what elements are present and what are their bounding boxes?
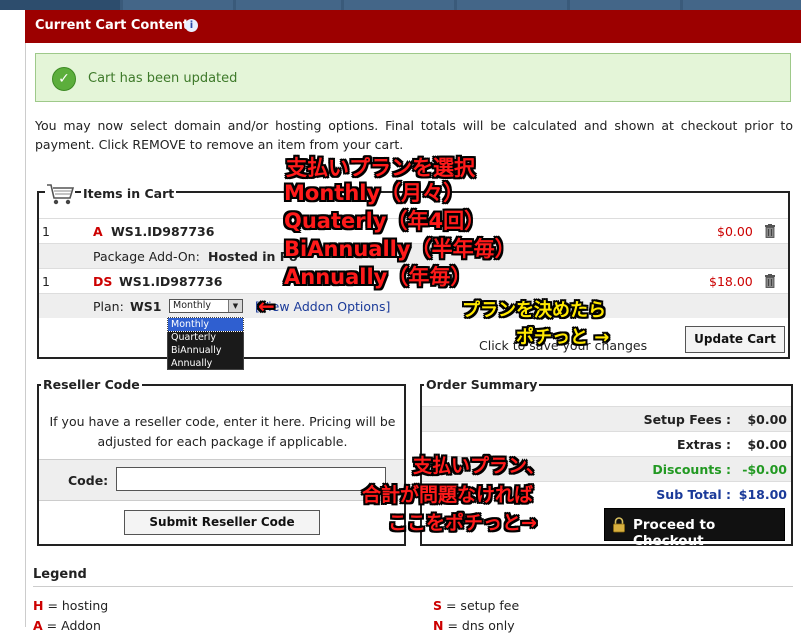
cart-type: A <box>93 224 103 239</box>
cart-qty: 1 <box>42 224 50 239</box>
trash-icon[interactable] <box>764 224 776 238</box>
annotation-checkout-line1: 支払いプラン、 <box>413 455 545 477</box>
check-icon: ✓ <box>52 67 76 91</box>
annotation-plan-annually: Annually（年毎） <box>284 265 472 289</box>
cart-qty: 1 <box>42 274 50 289</box>
chevron-down-icon[interactable]: ▼ <box>228 300 242 312</box>
intro-text: You may now select domain and/or hosting… <box>35 118 793 152</box>
info-icon[interactable]: i <box>185 19 198 32</box>
annotation-decide-line1: プランを決めたら <box>462 300 606 321</box>
order-summary-title: Order Summary <box>424 377 540 392</box>
plan-dropdown-list[interactable]: Monthly Quarterly BiAnnually Annually <box>167 317 244 370</box>
content-border <box>25 43 26 627</box>
reseller-code-row: Code: <box>39 459 404 501</box>
plan-option[interactable]: BiAnnually <box>168 344 243 357</box>
legend-title: Legend <box>33 567 87 582</box>
trash-icon[interactable] <box>764 274 776 288</box>
addon-label: Package Add-On: <box>93 249 200 264</box>
proceed-to-checkout-button[interactable]: Proceed to Checkout <box>604 508 785 549</box>
legend-item: S = setup fee <box>433 598 520 613</box>
plan-option[interactable]: Monthly <box>167 317 244 332</box>
cart-row-plan: Plan: WS1 Monthly ▼ [View Addon Options] <box>39 293 788 318</box>
plan-label: Plan: <box>93 299 124 314</box>
plan-select[interactable]: Monthly ▼ <box>169 299 243 313</box>
reseller-description: If you have a reseller code, enter it he… <box>49 414 396 449</box>
legend-item: N = dns only <box>433 618 515 633</box>
annotation-checkout-line3: ここをポチっと→ <box>388 512 537 534</box>
annotation-arrow-left: ← <box>258 294 275 318</box>
annotation-plan-monthly: Monthly（月々） <box>284 181 465 205</box>
success-alert: ✓ Cart has been updated <box>35 53 791 102</box>
annotation-checkout-line2: 合計が問題なければ <box>362 484 534 506</box>
legend-item: H = hosting <box>33 598 109 613</box>
shopping-cart-icon <box>45 181 75 207</box>
checkout-label: Proceed to Checkout <box>633 517 716 549</box>
annotation-decide-line2: ポチっと → <box>516 327 610 348</box>
view-addon-options-link[interactable]: [View Addon Options] <box>255 299 390 314</box>
submit-reseller-code-button[interactable]: Submit Reseller Code <box>124 510 320 535</box>
annotation-plan-biannually: BiAnnually（半年毎） <box>284 237 516 261</box>
code-label: Code: <box>68 473 109 488</box>
update-cart-button[interactable]: Update Cart <box>685 326 785 353</box>
cart-item-name: WS1.ID987736 <box>111 224 215 239</box>
alert-message: Cart has been updated <box>88 71 238 86</box>
reseller-title: Reseller Code <box>41 377 142 392</box>
cart-item-name: WS1.ID987736 <box>119 274 223 289</box>
reseller-code-panel: Reseller Code If you have a reseller cod… <box>37 377 406 546</box>
plan-option[interactable]: Quarterly <box>168 331 243 344</box>
plan-value: WS1 <box>130 299 162 314</box>
top-tab-strip <box>0 0 801 10</box>
cart-price: $0.00 <box>717 224 753 239</box>
lock-icon <box>613 517 625 533</box>
cart-type: DS <box>93 274 113 289</box>
legend-item: A = Addon <box>33 618 101 633</box>
reseller-code-input[interactable] <box>116 467 386 491</box>
section-header: Current Cart Contents i <box>25 10 801 43</box>
legend-divider <box>33 586 793 587</box>
annotation-plan-quarterly: Quaterly（年4回） <box>284 209 486 233</box>
cart-title: Items in Cart <box>81 186 177 201</box>
page-title: Current Cart Contents <box>35 18 197 33</box>
summary-row: Setup Fees : $0.00 <box>422 406 791 431</box>
plan-option[interactable]: Annually <box>168 357 243 370</box>
cart-price: $18.00 <box>709 274 753 289</box>
